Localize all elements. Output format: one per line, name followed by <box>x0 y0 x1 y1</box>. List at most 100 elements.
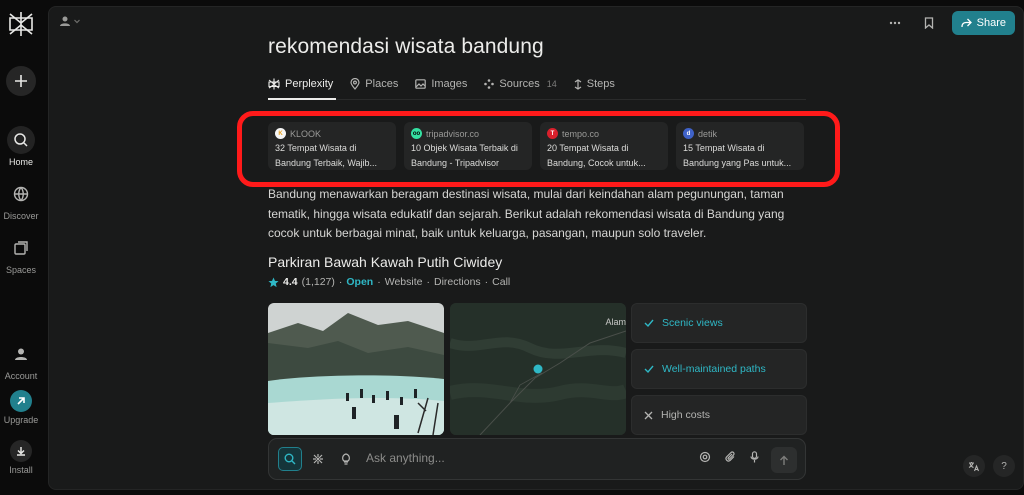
new-thread-button[interactable] <box>6 66 36 96</box>
separator: · <box>426 276 430 288</box>
feature-label: Scenic views <box>662 317 723 329</box>
tab-label: Perplexity <box>285 78 334 90</box>
tab-sources[interactable]: Sources 14 <box>484 75 557 93</box>
sidebar-item-upgrade[interactable]: Upgrade <box>0 390 42 425</box>
tab-label: Sources <box>499 78 540 90</box>
tab-steps[interactable]: Steps <box>574 75 615 93</box>
thread-owner-button[interactable] <box>59 15 81 27</box>
sidebar-item-home[interactable]: Home <box>0 126 42 167</box>
tab-images[interactable]: Images <box>415 75 467 93</box>
research-mode-button[interactable] <box>306 447 330 471</box>
search-mode-group <box>278 447 358 471</box>
place-photo[interactable] <box>268 303 444 435</box>
place-feature: Scenic views <box>631 303 807 343</box>
sidebar-item-spaces[interactable]: Spaces <box>0 234 42 275</box>
globe-icon <box>7 180 35 208</box>
more-options-button[interactable] <box>884 12 906 34</box>
place-directions-link[interactable]: Directions <box>434 276 481 288</box>
answer-paragraph: Bandung menawarkan beragam destinasi wis… <box>268 187 785 240</box>
tab-perplexity[interactable]: Perplexity <box>268 75 333 93</box>
feature-label: High costs <box>661 409 711 421</box>
spaces-icon <box>7 234 35 262</box>
place-map[interactable]: Alam <box>450 303 626 435</box>
tab-label: Steps <box>586 78 615 90</box>
map-label: Alam <box>605 317 626 327</box>
star-icon <box>268 276 279 287</box>
sidebar-item-label: Discover <box>3 211 39 221</box>
answer-tabs: Perplexity Places Images Sources 14 Step… <box>268 75 615 93</box>
search-mode-button[interactable] <box>278 447 302 471</box>
share-button[interactable]: Share <box>951 11 1015 35</box>
feature-label: Well-maintained paths <box>662 363 766 375</box>
bookmark-icon <box>924 17 933 29</box>
user-icon <box>7 340 35 368</box>
sidebar-item-discover[interactable]: Discover <box>0 180 42 221</box>
place-review-count: (1,127) <box>301 276 335 288</box>
microphone-icon[interactable] <box>750 451 759 463</box>
question-mark-icon: ? <box>1001 460 1007 472</box>
submit-button[interactable] <box>771 447 797 473</box>
labs-mode-button[interactable] <box>334 447 358 471</box>
sidebar-item-label: Home <box>8 157 33 167</box>
search-icon <box>284 453 296 465</box>
arrow-up-icon <box>780 455 788 465</box>
place-feature: Well-maintained paths <box>631 349 807 389</box>
language-button[interactable] <box>963 455 985 477</box>
model-select-icon[interactable] <box>699 451 711 463</box>
tabs-divider <box>268 99 806 100</box>
separator: · <box>338 276 343 288</box>
main-panel: Share rekomendasi wisata bandung Perplex… <box>48 6 1024 490</box>
sidebar-item-label: Account <box>4 371 38 381</box>
place-call-link[interactable]: Call <box>492 276 510 288</box>
user-icon <box>60 16 70 26</box>
help-button[interactable]: ? <box>993 455 1015 477</box>
sources-count: 14 <box>546 79 557 89</box>
chevron-down-icon <box>74 19 80 24</box>
perplexity-logo-icon[interactable] <box>8 10 34 38</box>
check-icon <box>644 365 654 374</box>
tab-places[interactable]: Places <box>350 75 398 93</box>
tab-label: Places <box>365 78 399 90</box>
sidebar-item-account[interactable]: Account <box>0 340 42 381</box>
share-icon <box>960 18 972 28</box>
separator: · <box>377 276 381 288</box>
annotation-highlight <box>237 111 840 187</box>
lightbulb-icon <box>342 453 350 465</box>
map-pin-icon <box>350 78 360 90</box>
place-website-link[interactable]: Website <box>385 276 423 288</box>
paperclip-icon[interactable] <box>725 451 736 463</box>
sidebar-item-label: Spaces <box>5 265 37 275</box>
sidebar-item-label: Install <box>9 465 33 475</box>
sidebar: Home Discover Spaces Account Upgrade Ins… <box>0 0 42 495</box>
sources-icon <box>484 79 495 89</box>
active-tab-indicator <box>268 98 336 100</box>
research-icon <box>313 454 323 464</box>
thread-title: rekomendasi wisata bandung <box>268 35 544 58</box>
place-feature: High costs <box>631 395 807 435</box>
tab-label: Images <box>431 78 468 90</box>
sidebar-item-label: Upgrade <box>3 415 39 425</box>
place-rating: 4.4 <box>283 276 298 288</box>
ask-input[interactable] <box>366 451 666 465</box>
download-icon <box>10 440 32 462</box>
corner-buttons: ? <box>963 455 1015 477</box>
thread-actions: Share <box>884 11 1015 35</box>
place-meta: 4.4 (1,127) · Open · Website · Direction… <box>268 276 510 288</box>
place-open-status: Open <box>346 276 374 288</box>
ask-tools <box>699 451 759 463</box>
place-name[interactable]: Parkiran Bawah Kawah Putih Ciwidey <box>268 254 502 270</box>
bookmark-button[interactable] <box>918 12 940 34</box>
share-button-label: Share <box>976 17 1006 29</box>
arrow-up-right-icon <box>10 390 32 412</box>
sidebar-item-install[interactable]: Install <box>0 440 42 475</box>
translate-icon <box>968 461 980 471</box>
check-icon <box>644 319 654 328</box>
close-icon <box>644 411 653 419</box>
perplexity-icon <box>268 78 280 90</box>
image-icon <box>415 79 427 89</box>
ellipsis-icon <box>889 21 900 25</box>
steps-icon <box>574 78 582 90</box>
ask-bar <box>268 438 806 480</box>
separator: · <box>484 276 489 288</box>
search-icon <box>7 126 35 154</box>
